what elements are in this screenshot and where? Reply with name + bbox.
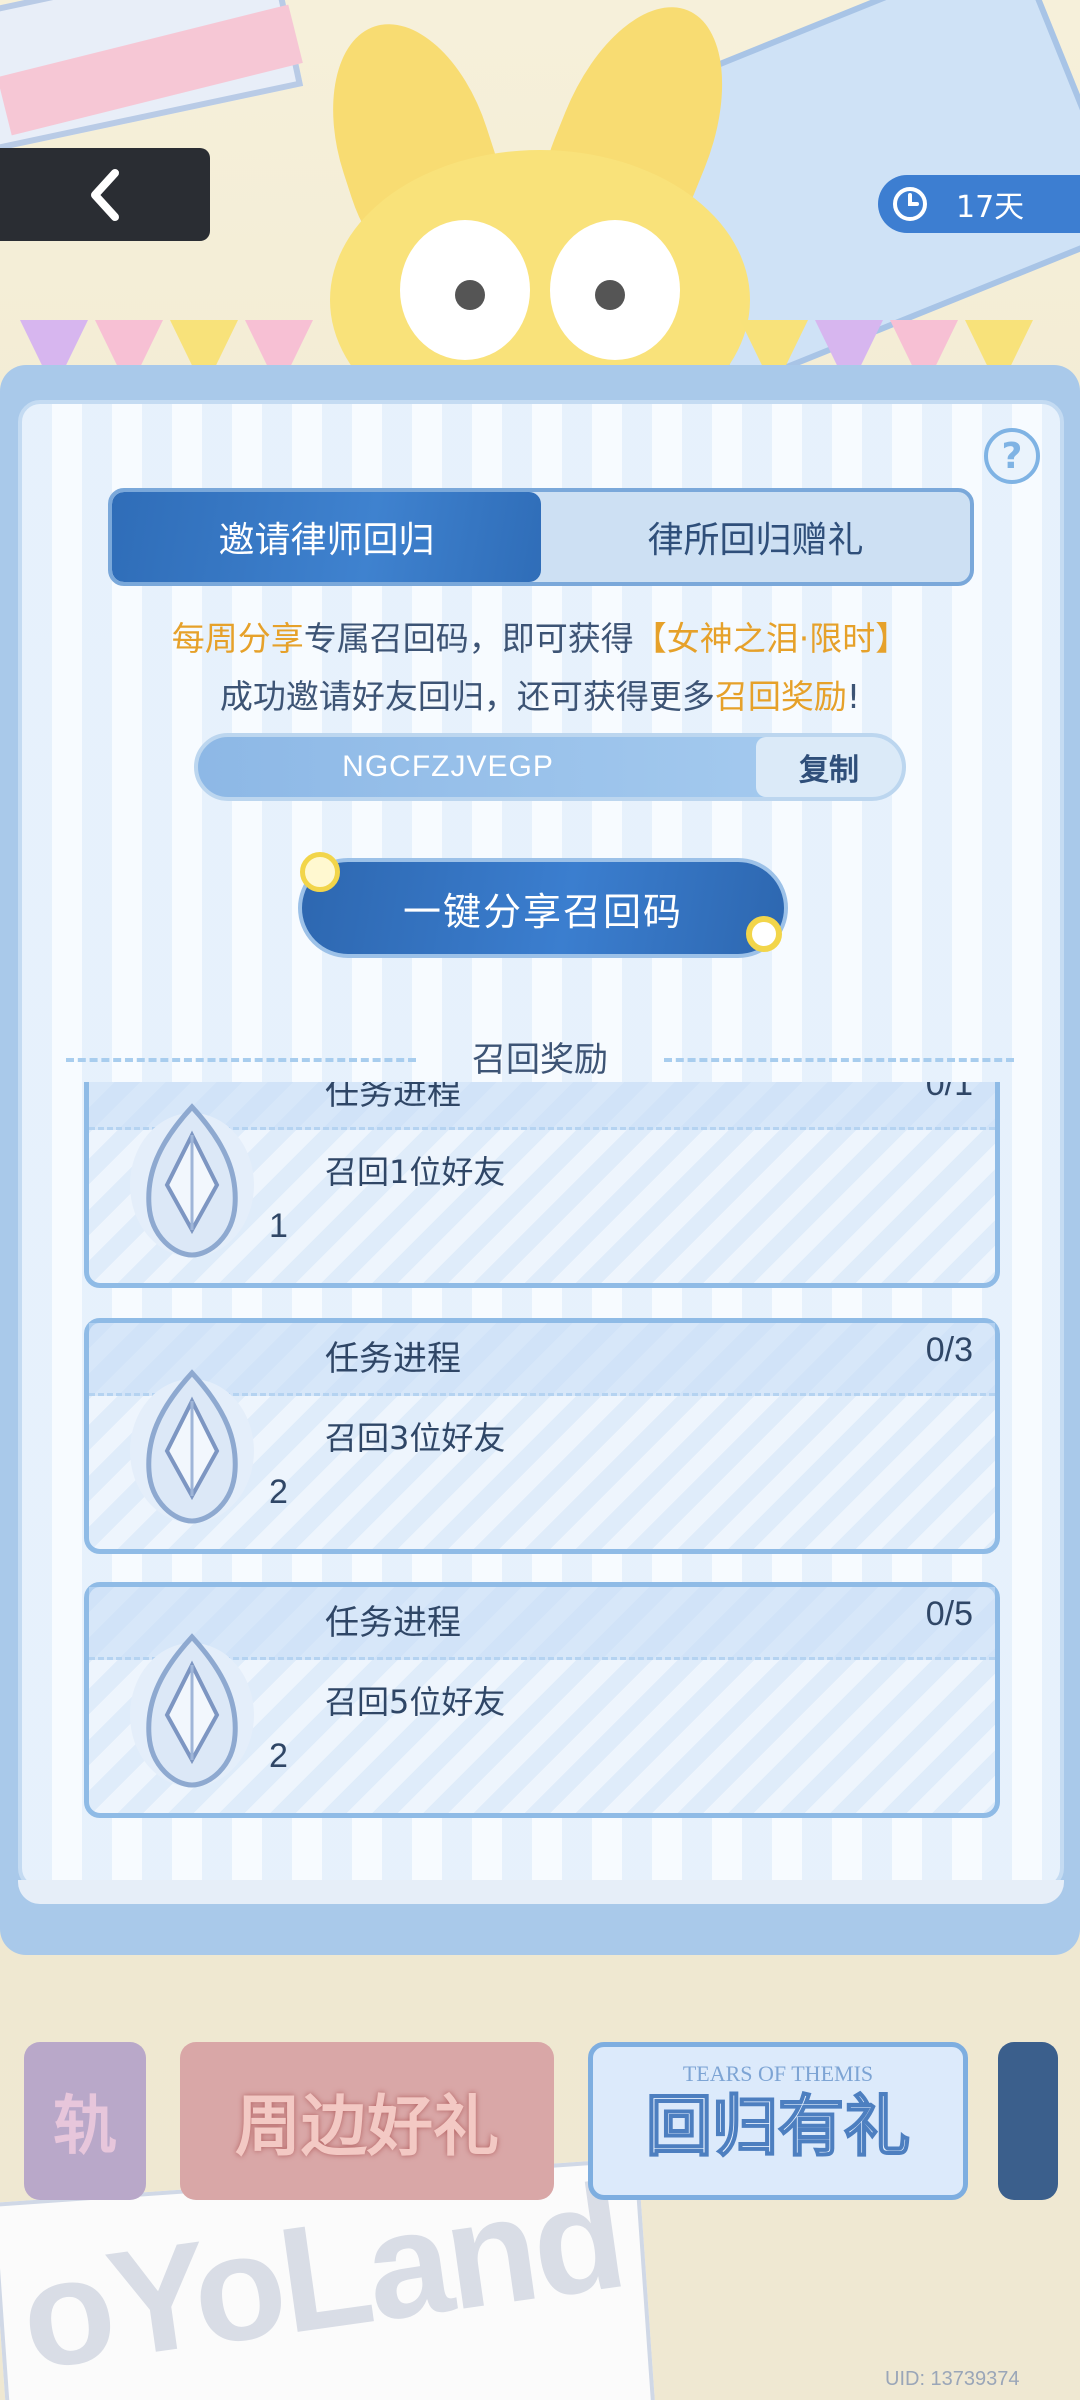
- copy-button[interactable]: 复制: [756, 737, 902, 797]
- dot-decoration-icon: [746, 916, 782, 952]
- banner-return-gifts[interactable]: TEARS OF THEMIS 回归有礼: [588, 2042, 968, 2200]
- task-title: 任务进程: [325, 1603, 461, 1643]
- task-title: 任务进程: [325, 1339, 461, 1379]
- swirl-decoration-icon: [300, 852, 340, 892]
- task-description: 召回5位好友: [325, 1683, 506, 1721]
- reward-item[interactable]: [97, 1082, 287, 1277]
- chevron-left-icon: [91, 168, 119, 221]
- task-progress: 0/1: [925, 1082, 973, 1103]
- task-card: 2 任务进程 0/3 召回3位好友: [84, 1318, 1000, 1554]
- section-title: 召回奖励: [472, 1040, 608, 1080]
- banner-track[interactable]: 轨: [24, 2042, 146, 2200]
- recall-code: NGCFZJVEGP: [342, 750, 554, 783]
- task-progress: 0/5: [925, 1595, 973, 1633]
- clock-icon: [893, 187, 927, 221]
- tear-gem-icon: [130, 1633, 254, 1788]
- task-description: 召回1位好友: [325, 1153, 506, 1191]
- task-progress: 0/3: [925, 1331, 973, 1369]
- task-title: 任务进程: [325, 1082, 461, 1113]
- description-line-1: 每周分享专属召回码，即可获得【女神之泪·限时】: [171, 619, 909, 658]
- banner-subtitle: TEARS OF THEMIS: [682, 2061, 874, 2086]
- remaining-days: 17天: [956, 190, 1025, 225]
- task-card: 1 任务进程 0/1 召回1位好友: [84, 1082, 1000, 1288]
- remaining-time-badge: 17天: [878, 175, 1080, 233]
- tear-gem-icon: [130, 1103, 254, 1258]
- banner-merch-gifts[interactable]: 周边好礼: [180, 2042, 554, 2200]
- reward-count: 1: [269, 1207, 288, 1245]
- user-id: UID: 13739374: [885, 2368, 1020, 2390]
- tab-bar: 邀请律师回归 律所回归赠礼: [108, 488, 974, 586]
- reward-item[interactable]: [97, 1331, 287, 1543]
- task-card: 2 任务进程 0/5 召回5位好友: [84, 1582, 1000, 1818]
- reward-count: 2: [269, 1473, 288, 1511]
- reward-count: 2: [269, 1737, 288, 1775]
- tab-invite-lawyer[interactable]: 邀请律师回归: [112, 492, 541, 582]
- description-line-2: 成功邀请好友回归，还可获得更多召回奖励!: [219, 677, 861, 716]
- reward-item[interactable]: [97, 1595, 287, 1807]
- back-button[interactable]: [0, 148, 210, 241]
- share-recall-code-button[interactable]: 一键分享召回码: [298, 858, 788, 958]
- task-description: 召回3位好友: [325, 1419, 506, 1457]
- tab-return-gift[interactable]: 律所回归赠礼: [541, 492, 970, 582]
- banner-next[interactable]: [998, 2042, 1058, 2200]
- reward-list[interactable]: 1 任务进程 0/1 召回1位好友 2 任务进程 0/3 召回3位好友 2 任务…: [80, 1082, 1010, 1882]
- help-icon[interactable]: ?: [984, 428, 1040, 484]
- tear-gem-icon: [130, 1369, 254, 1524]
